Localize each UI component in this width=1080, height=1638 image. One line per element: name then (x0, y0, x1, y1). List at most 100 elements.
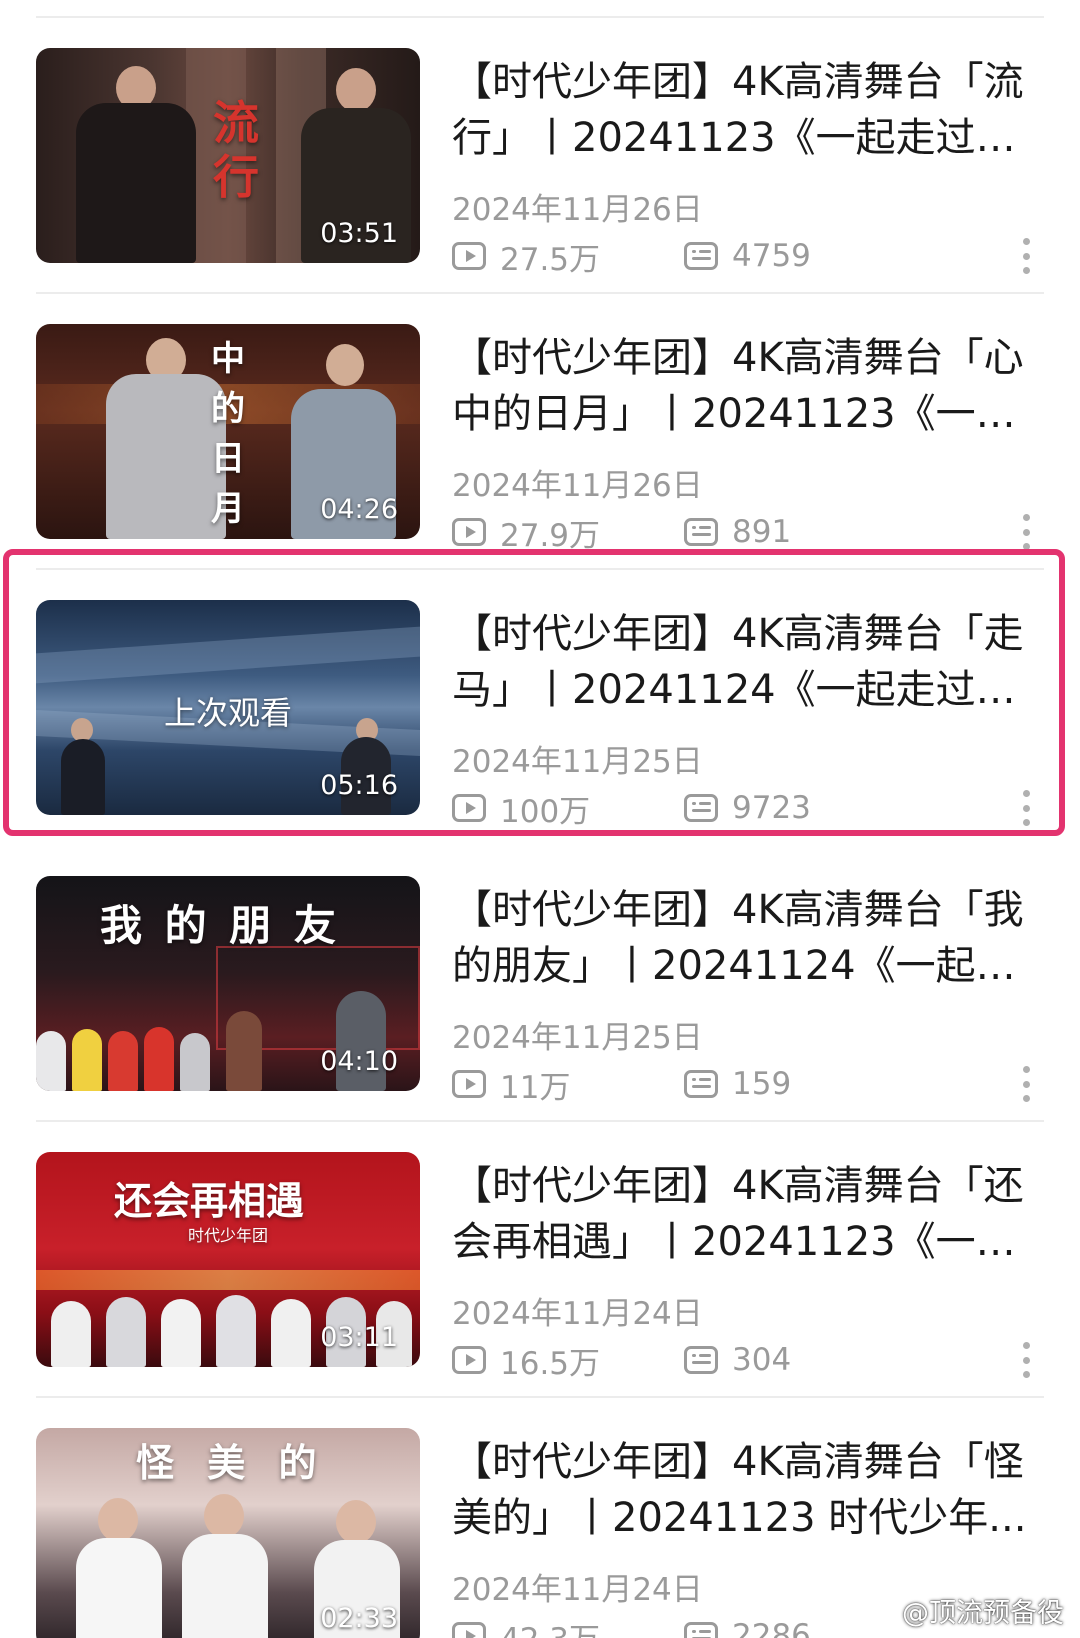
video-duration: 03:11 (320, 1322, 398, 1353)
more-vertical-icon[interactable] (1020, 512, 1032, 552)
view-count: 100万 (452, 788, 591, 830)
video-duration: 02:33 (320, 1603, 398, 1634)
video-title[interactable]: 【时代少年团】4K高清舞台「走马」丨20241124《一起走过的... (452, 606, 1032, 718)
performer-head (326, 344, 364, 386)
thumbnail-title-text: 中的日月 (211, 339, 245, 529)
video-thumbnail[interactable]: 我 的 朋 友 04:10 (36, 876, 420, 1091)
performer-figure (144, 1027, 174, 1091)
video-date: 2024年11月24日 (452, 1296, 703, 1332)
danmaku-count-value: 891 (732, 514, 792, 550)
danmaku-count-icon (684, 518, 718, 546)
thumbnail-title-text: 流行 (213, 96, 259, 204)
video-date: 2024年11月25日 (452, 744, 703, 780)
video-duration: 04:26 (320, 494, 398, 525)
video-thumbnail[interactable]: 中的日月 04:26 (36, 324, 420, 539)
performer-figure (61, 739, 105, 815)
view-count-value: 42.3万 (500, 1614, 600, 1638)
view-count: 42.3万 (452, 1616, 600, 1638)
danmaku-count-icon (684, 794, 718, 822)
view-count-value: 27.5万 (500, 241, 601, 278)
video-item[interactable]: 还会再相遇 时代少年团 03:11 【时代少年团】4K高清舞台「还会再相遇」丨2… (0, 1122, 1080, 1398)
view-count-value: 11万 (500, 1069, 571, 1106)
wave-band (36, 626, 420, 684)
video-stats: 27.5万 4759 (452, 236, 1012, 278)
video-thumbnail[interactable]: 还会再相遇 时代少年团 03:11 (36, 1152, 420, 1367)
stage-light (36, 1270, 420, 1290)
play-count-icon (452, 1070, 486, 1098)
video-title[interactable]: 【时代少年团】4K高清舞台「还会再相遇」丨20241123《一起... (452, 1158, 1032, 1270)
play-count-icon (452, 794, 486, 822)
more-vertical-icon[interactable] (1020, 1340, 1032, 1380)
thumbnail-subtitle-text: 时代少年团 (188, 1226, 269, 1245)
danmaku-count-icon (684, 1346, 718, 1374)
danmaku-count-icon (684, 1622, 718, 1638)
view-count: 27.5万 (452, 236, 601, 278)
thumbnail-title-text: 还会再相遇 (114, 1179, 305, 1223)
performer-figure (76, 103, 196, 263)
video-date: 2024年11月26日 (452, 192, 703, 228)
performer-figure (182, 1534, 268, 1638)
danmaku-count-icon (684, 1070, 718, 1098)
video-duration: 05:16 (320, 770, 398, 801)
performer-figure (180, 1033, 210, 1091)
video-stats: 100万 9723 (452, 788, 1012, 830)
video-duration: 03:51 (320, 218, 398, 249)
view-count: 16.5万 (452, 1340, 601, 1382)
performer-figure (51, 1301, 91, 1367)
view-count-value: 16.5万 (500, 1345, 601, 1382)
thumbnail-title-text: 我 的 朋 友 (100, 901, 340, 950)
video-duration: 04:10 (320, 1046, 398, 1077)
thumbnail-title-text: 怪 美 的 (136, 1441, 327, 1485)
video-list-page: 流行 03:51 【时代少年团】4K高清舞台「流行」丨20241123《一起走过… (0, 0, 1080, 1638)
video-item[interactable]: 流行 03:51 【时代少年团】4K高清舞台「流行」丨20241123《一起走过… (0, 18, 1080, 294)
video-title[interactable]: 【时代少年团】4K高清舞台「我的朋友」丨20241124《一起走... (452, 882, 1032, 994)
more-vertical-icon[interactable] (1020, 236, 1032, 276)
more-vertical-icon[interactable] (1020, 1064, 1032, 1104)
danmaku-count: 304 (684, 1340, 791, 1380)
danmaku-count-icon (684, 242, 718, 270)
last-watched-label: 上次观看 (163, 694, 292, 732)
performer-figure (161, 1299, 201, 1367)
video-stats: 27.9万 891 (452, 512, 1012, 554)
video-title[interactable]: 【时代少年团】4K高清舞台「流行」丨20241123《一起走过的... (452, 54, 1032, 166)
performer-head (336, 68, 376, 112)
danmaku-count-value: 2286 (732, 1618, 811, 1638)
video-title[interactable]: 【时代少年团】4K高清舞台「心中的日月」丨20241123《一起... (452, 330, 1032, 442)
video-stats: 16.5万 304 (452, 1340, 1012, 1382)
play-count-icon (452, 1622, 486, 1638)
danmaku-count-value: 159 (732, 1066, 792, 1102)
play-count-icon (452, 518, 486, 546)
more-vertical-icon[interactable] (1020, 788, 1032, 828)
watermark: @顶流预备役 (902, 1598, 1064, 1629)
performer-figure (76, 1538, 162, 1638)
performer-head (204, 1494, 244, 1538)
video-thumbnail[interactable]: 上次观看 05:16 (36, 600, 420, 815)
play-count-icon (452, 242, 486, 270)
video-item[interactable]: 我 的 朋 友 04:10 【时代少年团】4K高清舞台「我的朋友」丨202411… (0, 846, 1080, 1122)
danmaku-count-value: 9723 (732, 790, 811, 826)
view-count: 27.9万 (452, 512, 601, 554)
video-thumbnail[interactable]: 怪 美 的 02:33 (36, 1428, 420, 1638)
video-date: 2024年11月25日 (452, 1020, 703, 1056)
performer-figure (271, 1299, 311, 1367)
video-item[interactable]: 中的日月 04:26 【时代少年团】4K高清舞台「心中的日月」丨20241123… (0, 294, 1080, 570)
performer-head (336, 1500, 376, 1544)
performer-head (98, 1498, 138, 1542)
video-item[interactable]: 上次观看 05:16 【时代少年团】4K高清舞台「走马」丨20241124《一起… (0, 570, 1080, 846)
danmaku-count-value: 4759 (732, 238, 811, 274)
performer-figure (108, 1031, 138, 1091)
performer-figure (216, 1295, 256, 1367)
performer-figure (36, 1031, 66, 1091)
play-count-icon (452, 1346, 486, 1374)
video-thumbnail[interactable]: 流行 03:51 (36, 48, 420, 263)
view-count-value: 27.9万 (500, 517, 601, 554)
view-count: 11万 (452, 1064, 571, 1106)
video-title[interactable]: 【时代少年团】4K高清舞台「怪美的」丨20241123 时代少年... (452, 1434, 1032, 1546)
danmaku-count: 891 (684, 512, 791, 552)
view-count-value: 100万 (500, 793, 591, 830)
video-date: 2024年11月24日 (452, 1572, 703, 1608)
performer-figure (226, 1011, 262, 1091)
performer-figure (106, 1297, 146, 1367)
danmaku-count-value: 304 (732, 1342, 792, 1378)
video-stats: 11万 159 (452, 1064, 1012, 1106)
